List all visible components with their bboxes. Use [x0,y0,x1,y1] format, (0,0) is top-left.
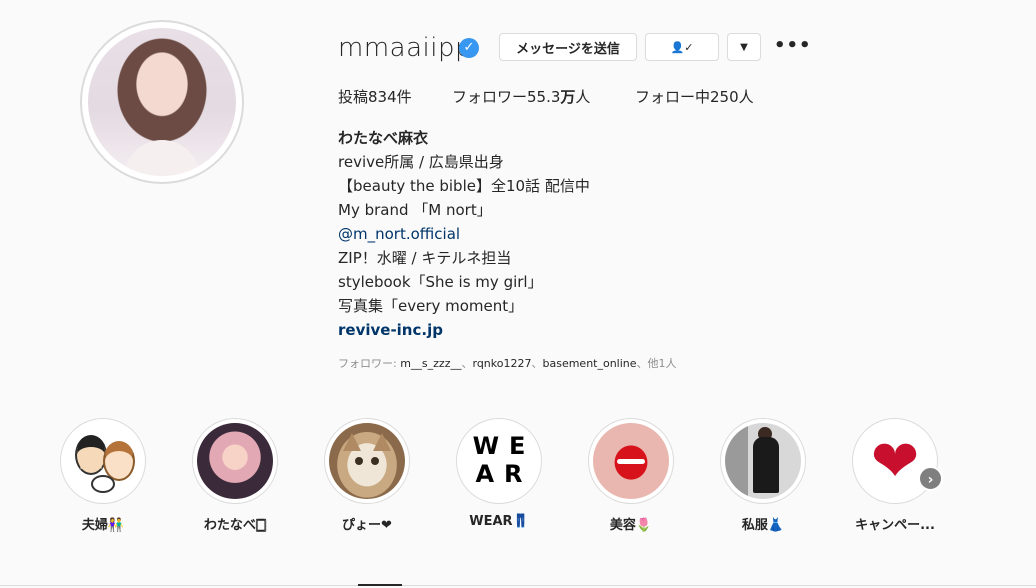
chevron-right-icon[interactable]: › [918,466,943,491]
bio-line: ZIP！水曜 / キテルネ担当 [338,249,512,267]
highlight-item[interactable]: WE AR WEAR👖 [454,418,544,529]
highlight-item[interactable]: 美容🌷 [586,418,676,533]
highlight-image [329,423,405,499]
send-message-button[interactable]: メッセージを送信 [499,33,637,61]
avatar-photo [88,28,236,176]
profile-username: mmaaiipp [338,33,472,63]
wear-logo-line: WE [472,432,536,460]
profile-avatar[interactable] [80,20,244,184]
follower-name: rqnko1227 [472,357,532,370]
chevron-down-icon: ▼ [740,41,748,53]
highlight-cover [720,418,806,504]
highlight-image [593,423,669,499]
highlight-cover: ❤ [852,418,938,504]
profile-full-name: わたなべ麻衣 [338,129,429,147]
highlight-image [725,423,801,499]
highlight-image [65,423,141,499]
following-status-button[interactable]: 👤✓ [645,33,719,61]
highlight-cover [588,418,674,504]
follower-name: m__s_zzz__ [400,357,462,370]
bio-line: My brand 「M nort」 [338,201,492,219]
highlight-label: WEAR👖 [469,514,529,529]
followed-by-suffix: 、他1人 [636,357,677,370]
profile-bio: わたなべ麻衣 revive所属 / 広島県出身 【beauty the bibl… [338,126,838,342]
more-options-icon[interactable]: ••• [774,33,811,61]
highlight-item[interactable]: わたなべ🀆 [190,418,280,533]
suggested-accounts-button[interactable]: ▼ [727,33,761,61]
highlight-cover [324,418,410,504]
followers-count[interactable]: フォロワー55.3万人 [452,86,590,107]
highlight-image [197,423,273,499]
followers-count-unit: 万 [560,88,576,106]
followers-count-suffix: 人 [575,88,591,106]
highlight-label: 私服👗 [741,518,785,533]
person-check-icon: 👤✓ [670,40,694,54]
highlight-label: ぴょー❤ [342,518,392,533]
posts-count: 投稿834件 [338,88,412,106]
highlight-cover [192,418,278,504]
following-count[interactable]: フォロー中250人 [635,86,754,107]
bio-line: 【beauty the bible】全10話 配信中 [338,177,590,195]
highlight-item[interactable]: 私服👗 [718,418,808,533]
website-link[interactable]: revive-inc.jp [338,318,838,342]
followed-by-prefix: フォロワー: [338,357,401,370]
bio-line: 写真集「every moment」 [338,297,524,315]
wear-logo: WE AR [461,423,537,499]
followers-count-text: フォロワー55.3 [452,88,561,106]
highlight-item[interactable]: ぴょー❤ [322,418,412,533]
highlight-cover: WE AR [456,418,542,504]
verified-badge-icon: ✓ [459,38,479,58]
bio-line: stylebook「She is my girl」 [338,273,543,291]
tabs-divider [0,585,1036,586]
wear-logo-line: AR [475,460,533,488]
separator: 、 [531,357,543,370]
bio-mention-link[interactable]: @m_nort.official [338,222,838,246]
bio-line: revive所属 / 広島県出身 [338,153,504,171]
highlight-label: キャンペー... [855,518,935,533]
highlight-label: 美容🌷 [609,518,653,533]
highlight-item[interactable]: 夫婦👫 [58,418,148,533]
highlight-label: 夫婦👫 [81,518,125,533]
separator: 、 [461,357,473,370]
highlight-cover [60,418,146,504]
followed-by[interactable]: フォロワー: m__s_zzz__、rqnko1227、basement_onl… [338,355,677,371]
highlight-label: わたなべ🀆 [203,518,267,533]
tab-active-indicator [358,584,402,586]
follower-name: basement_online [542,357,637,370]
